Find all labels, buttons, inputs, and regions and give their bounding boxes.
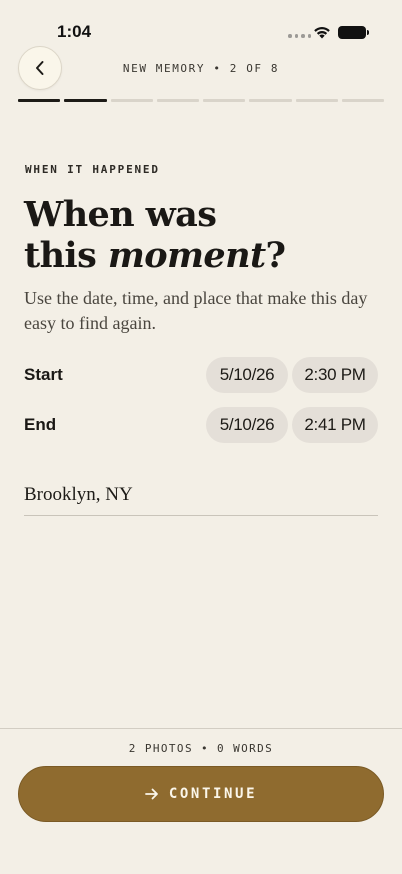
progress-segment [203,99,246,102]
end-label: End [24,415,57,434]
battery-icon [338,26,369,39]
page-subtitle: Use the date, time, and place that make … [24,288,368,333]
title-emphasis: moment [107,235,266,276]
title-line-1: When was [24,194,217,235]
progress-segment [64,99,107,102]
progress-segment [18,99,61,102]
footer-stats: 2 PHOTOS • 0 WORDS [128,742,274,755]
continue-label: CONTINUE [168,786,258,802]
wifi-icon [314,27,330,39]
status-time: 1:04 [57,22,92,41]
start-row: Start 5/10/26 2:30 PM [24,357,378,393]
progress-segment [156,99,199,102]
progress-segment [110,99,153,102]
title-suffix: ? [265,235,287,276]
cellular-signal-icon [288,34,311,38]
progress-segment [341,99,384,102]
progress-segment [249,99,292,102]
continue-button[interactable]: CONTINUE [18,766,384,822]
title-line-2-prefix: this [24,235,108,276]
status-bar: 1:04 [0,0,402,60]
start-time-button[interactable]: 2:30 PM [292,357,378,393]
page-title: When was this moment? [24,194,364,276]
step-indicator: NEW MEMORY • 2 OF 8 [122,62,280,75]
end-row: End 5/10/26 2:41 PM [24,407,378,443]
end-time-button[interactable]: 2:41 PM [292,407,378,443]
arrow-right-icon [144,788,158,800]
progress-bar [18,99,384,102]
start-label: Start [24,365,63,384]
section-eyebrow: WHEN IT HAPPENED [25,163,160,176]
end-date-button[interactable]: 5/10/26 [206,407,288,443]
footer-divider [0,728,402,729]
progress-segment [295,99,338,102]
start-date-button[interactable]: 5/10/26 [206,357,288,393]
location-input[interactable] [24,474,378,516]
